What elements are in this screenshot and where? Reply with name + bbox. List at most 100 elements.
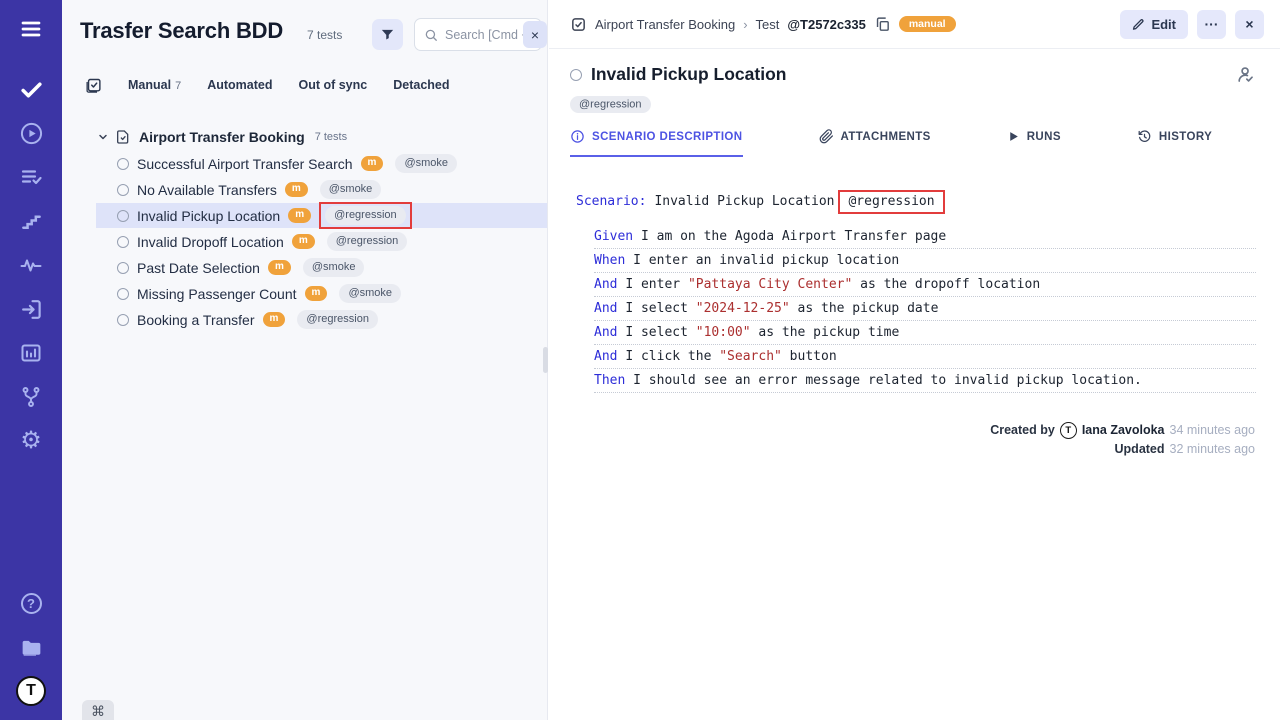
suite-row[interactable]: Airport Transfer Booking 7 tests: [62, 124, 547, 150]
gherkin-step[interactable]: When I enter an invalid pickup location: [594, 249, 1256, 273]
import-icon[interactable]: [14, 294, 48, 324]
manual-badge: manual: [899, 16, 956, 33]
tag-pill[interactable]: @smoke: [339, 284, 401, 302]
step-keyword: Given: [594, 229, 641, 244]
assignee-person-check-icon[interactable]: [1235, 64, 1256, 85]
created-by-label: Created by: [990, 421, 1055, 440]
list-tabs: Manual 7 Automated Out of sync Detached: [62, 68, 547, 102]
tab-history[interactable]: HISTORY: [1137, 129, 1212, 157]
tag-pill[interactable]: @regression: [297, 310, 378, 328]
gherkin-step[interactable]: Given I am on the Agoda Airport Transfer…: [594, 225, 1256, 249]
test-status-circle-icon: [570, 69, 582, 81]
app-logo[interactable]: T: [14, 676, 48, 706]
author-avatar[interactable]: T: [1060, 422, 1077, 439]
reports-bar-chart-icon[interactable]: [14, 338, 48, 368]
menu-icon[interactable]: [14, 14, 48, 44]
manual-m-badge: m: [305, 286, 328, 301]
updated-label: Updated: [1115, 440, 1165, 459]
suite-label: Airport Transfer Booking: [139, 129, 305, 145]
panel-scrollbar[interactable]: [543, 347, 548, 373]
chevron-down-icon[interactable]: [97, 131, 109, 143]
test-label: Invalid Pickup Location: [137, 208, 280, 224]
tag-pill[interactable]: @smoke: [303, 258, 365, 276]
test-row[interactable]: Past Date Selectionm@smoke: [96, 255, 547, 280]
test-status-circle-icon: [117, 262, 129, 274]
test-row[interactable]: Invalid Dropoff Location m @regression: [96, 229, 547, 254]
tag-annotation-box: @regression: [319, 202, 412, 228]
tag-pill[interactable]: @smoke: [320, 180, 382, 198]
tests-check-icon[interactable]: [14, 74, 48, 104]
list-header: Trasfer Search BDD 7 tests ×: [62, 0, 547, 68]
search-close-button[interactable]: ×: [523, 21, 547, 48]
tests-count: 7 tests: [307, 28, 342, 42]
test-row[interactable]: Invalid Pickup Locationm@regression: [96, 203, 547, 228]
tab-manual[interactable]: Manual 7: [128, 78, 181, 92]
step-keyword: When: [594, 253, 633, 268]
gherkin-step[interactable]: Then I should see an error message relat…: [594, 369, 1256, 393]
suite-count: 7 tests: [315, 131, 347, 143]
test-row[interactable]: Missing Passenger Countm@smoke: [96, 281, 547, 306]
gherkin-step[interactable]: And I select "2024-12-25" as the pickup …: [594, 297, 1256, 321]
logo-letter: T: [16, 676, 46, 706]
tree-rows: Successful Airport Transfer Search m @smok…: [62, 151, 547, 332]
gherkin-step[interactable]: And I click the "Search" button: [594, 345, 1256, 369]
more-button[interactable]: ···: [1197, 10, 1226, 39]
test-title: Invalid Pickup Location: [591, 64, 786, 85]
help-icon[interactable]: ?: [14, 588, 48, 618]
tag-pill[interactable]: @regression: [325, 206, 406, 224]
tag-pill[interactable]: @regression: [327, 232, 408, 250]
step-text: I select: [625, 301, 695, 316]
tab-runs[interactable]: RUNS: [1007, 129, 1061, 157]
manual-m-badge: m: [263, 312, 286, 327]
search-input[interactable]: [445, 28, 535, 42]
step-keyword: And: [594, 349, 625, 364]
test-plans-list-check-icon[interactable]: [14, 162, 48, 192]
test-row[interactable]: Successful Airport Transfer Searchm@smok…: [96, 151, 547, 176]
tab-scenario-description[interactable]: SCENARIO DESCRIPTION: [570, 129, 743, 157]
breadcrumb-suite[interactable]: Airport Transfer Booking: [595, 17, 735, 32]
test-tree: Airport Transfer Booking 7 tests Success…: [62, 124, 547, 332]
filter-button[interactable]: [372, 19, 403, 50]
runs-play-circle-icon[interactable]: [14, 118, 48, 148]
branch-icon[interactable]: [14, 382, 48, 412]
tab-detached[interactable]: Detached: [393, 78, 449, 92]
manual-m-badge: m: [285, 182, 308, 197]
step-text: I should see an error message related to…: [633, 373, 1142, 388]
search-icon: [424, 28, 438, 42]
tag-pill[interactable]: @regression: [570, 96, 651, 113]
step-string-value: "2024-12-25": [696, 301, 790, 316]
select-all-icon[interactable]: [85, 77, 102, 94]
tab-out-of-sync[interactable]: Out of sync: [298, 78, 367, 92]
tag-pill[interactable]: @smoke: [395, 154, 457, 172]
test-row[interactable]: Booking a Transferm@regression: [96, 307, 547, 332]
test-row[interactable]: No Available Transfersm@smoke: [96, 177, 547, 202]
checkbox-check-icon: [570, 16, 587, 33]
steps-stairs-icon[interactable]: [14, 206, 48, 236]
test-label: Successful Airport Transfer Search: [137, 156, 353, 172]
projects-folder-icon[interactable]: [14, 632, 48, 662]
copy-icon[interactable]: [874, 16, 891, 33]
test-status-circle-icon: [117, 236, 129, 248]
manual-m-badge: m: [292, 234, 315, 249]
detail-header: Airport Transfer Booking › Test @T2572c3…: [549, 0, 1280, 49]
tab-attachments[interactable]: ATTACHMENTS: [819, 129, 931, 157]
settings-gear-icon[interactable]: ⚙: [14, 426, 48, 456]
tab-automated[interactable]: Automated: [207, 78, 272, 92]
step-text: I click the: [625, 349, 719, 364]
breadcrumb: Airport Transfer Booking › Test @T2572c3…: [570, 16, 956, 33]
test-status-circle-icon: [117, 288, 129, 300]
test-label: Invalid Dropoff Location: [137, 234, 284, 250]
cmd-key-badge[interactable]: ⌘: [82, 700, 114, 720]
test-id[interactable]: @T2572c335: [787, 17, 865, 32]
author-name[interactable]: Iana Zavoloka: [1082, 421, 1165, 440]
close-detail-button[interactable]: ×: [1235, 10, 1264, 39]
edit-button[interactable]: Edit: [1120, 10, 1188, 39]
gherkin-step[interactable]: And I enter "Pattaya City Center" as the…: [594, 273, 1256, 297]
project-title: Trasfer Search BDD: [80, 18, 283, 44]
test-status-circle-icon: [117, 158, 129, 170]
gherkin-step[interactable]: And I select "10:00" as the pickup time: [594, 321, 1256, 345]
manual-m-badge: m: [268, 260, 291, 275]
history-clock-icon: [1137, 129, 1152, 144]
paperclip-icon: [819, 129, 834, 144]
pulse-activity-icon[interactable]: [14, 250, 48, 280]
